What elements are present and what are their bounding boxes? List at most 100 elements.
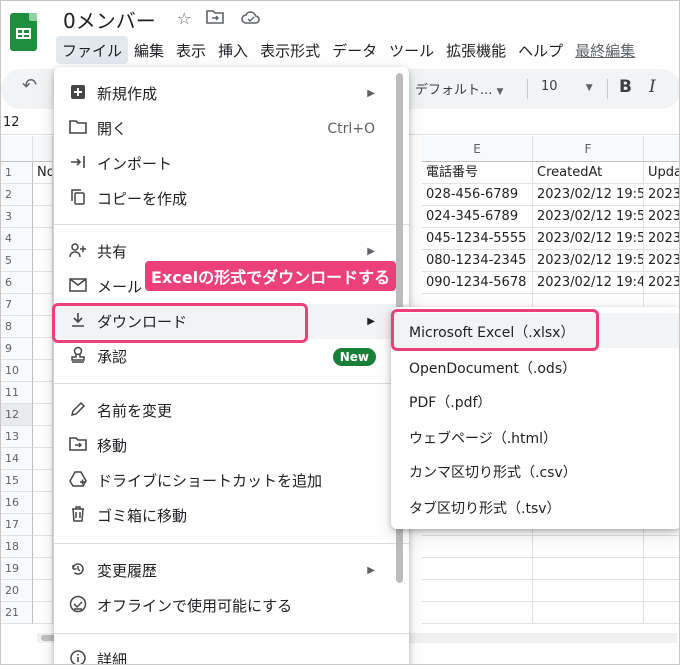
table-cell[interactable]: 電話番号 xyxy=(422,162,533,184)
table-cell[interactable] xyxy=(33,294,53,316)
table-cell[interactable] xyxy=(533,580,644,602)
row-header[interactable]: 15 xyxy=(1,470,33,492)
download-option-ods[interactable]: OpenDocument（.ods） xyxy=(391,349,679,384)
row-header[interactable]: 6 xyxy=(1,272,33,294)
row-header[interactable]: 1 xyxy=(1,162,33,184)
menu-item-offline[interactable]: オフラインで使用可能にする xyxy=(54,588,409,623)
menu-item-trash[interactable]: ゴミ箱に移動 xyxy=(54,498,409,533)
table-cell[interactable] xyxy=(422,602,533,624)
menu-tools[interactable]: ツール xyxy=(383,36,440,64)
row-header[interactable]: 11 xyxy=(1,382,33,404)
menu-item-rename[interactable]: 名前を変更 xyxy=(54,393,409,428)
row-header[interactable]: 4 xyxy=(1,228,33,250)
row-header[interactable]: 7 xyxy=(1,294,33,316)
table-cell[interactable]: 2023 xyxy=(644,206,679,228)
select-all-corner[interactable] xyxy=(1,136,33,162)
row-header[interactable]: 12 xyxy=(1,404,33,426)
table-cell[interactable]: 2023 xyxy=(644,250,679,272)
menu-item-approval[interactable]: 承認 New xyxy=(54,339,409,374)
table-cell[interactable] xyxy=(644,558,679,580)
font-size-select[interactable]: 10 ▼ xyxy=(541,79,593,94)
table-cell[interactable] xyxy=(533,602,644,624)
table-cell[interactable] xyxy=(644,580,679,602)
table-cell[interactable] xyxy=(33,492,53,514)
bold-button[interactable]: B xyxy=(619,77,632,97)
font-select[interactable]: デフォルト... ▼ xyxy=(415,79,503,98)
column-header-f[interactable]: F xyxy=(533,136,644,162)
table-cell[interactable] xyxy=(33,514,53,536)
table-cell[interactable] xyxy=(33,338,53,360)
table-cell[interactable]: 090-1234-5678 xyxy=(422,272,533,294)
table-cell[interactable]: 2023 xyxy=(644,184,679,206)
table-cell[interactable] xyxy=(533,558,644,580)
table-cell[interactable] xyxy=(33,272,53,294)
move-folder-icon[interactable] xyxy=(206,9,224,28)
table-cell[interactable] xyxy=(33,360,53,382)
row-header[interactable]: 3 xyxy=(1,206,33,228)
menu-data[interactable]: データ xyxy=(326,36,383,64)
last-edit-link[interactable]: 最終編集 xyxy=(569,36,641,64)
row-header[interactable]: 2 xyxy=(1,184,33,206)
menu-file[interactable]: ファイル xyxy=(56,36,129,64)
download-option-pdf[interactable]: PDF（.pdf） xyxy=(391,383,679,418)
table-cell[interactable] xyxy=(422,580,533,602)
menu-view[interactable]: 表示 xyxy=(170,36,212,64)
row-header[interactable]: 9 xyxy=(1,338,33,360)
menu-edit[interactable]: 編集 xyxy=(128,36,170,64)
undo-icon[interactable]: ↶ xyxy=(22,75,37,96)
menu-extensions[interactable]: 拡張機能 xyxy=(440,36,512,64)
name-box[interactable]: 12 xyxy=(3,115,20,130)
table-cell[interactable]: No xyxy=(33,162,53,184)
italic-button[interactable]: I xyxy=(649,77,656,97)
table-cell[interactable]: Upda xyxy=(644,162,679,184)
table-cell[interactable]: 080-1234-2345 xyxy=(422,250,533,272)
table-cell[interactable]: 2023/02/12 19:5 xyxy=(533,250,644,272)
row-header[interactable]: 18 xyxy=(1,536,33,558)
row-header[interactable]: 13 xyxy=(1,426,33,448)
download-option-html[interactable]: ウェブページ（.html） xyxy=(391,419,679,454)
table-cell[interactable]: 2023/02/12 19:4 xyxy=(533,272,644,294)
row-header[interactable]: 17 xyxy=(1,514,33,536)
menu-item-import[interactable]: インポート xyxy=(54,146,409,181)
table-cell[interactable] xyxy=(33,382,53,404)
table-cell[interactable]: 045-1234-5555 xyxy=(422,228,533,250)
table-cell[interactable]: CreatedAt xyxy=(533,162,644,184)
table-cell[interactable] xyxy=(33,602,53,624)
menu-item-move[interactable]: 移動 xyxy=(54,428,409,463)
download-option-csv[interactable]: カンマ区切り形式（.csv） xyxy=(391,453,679,488)
menu-item-new[interactable]: 新規作成 ▶ xyxy=(54,76,409,111)
table-cell[interactable] xyxy=(33,426,53,448)
table-cell[interactable]: 2023/02/12 19:5 xyxy=(533,206,644,228)
table-cell[interactable] xyxy=(644,602,679,624)
row-header[interactable]: 5 xyxy=(1,250,33,272)
row-header[interactable]: 8 xyxy=(1,316,33,338)
table-cell[interactable] xyxy=(33,470,53,492)
cloud-status-icon[interactable] xyxy=(241,9,261,28)
table-cell[interactable]: 2023 xyxy=(644,272,679,294)
table-cell[interactable] xyxy=(33,316,53,338)
menu-item-copy[interactable]: コピーを作成 xyxy=(54,181,409,216)
row-header[interactable]: 10 xyxy=(1,360,33,382)
table-cell[interactable] xyxy=(33,228,53,250)
table-cell[interactable] xyxy=(422,558,533,580)
table-cell[interactable] xyxy=(33,536,53,558)
column-header[interactable] xyxy=(644,136,679,162)
menu-help[interactable]: ヘルプ xyxy=(512,36,569,64)
menu-format[interactable]: 表示形式 xyxy=(254,36,326,64)
table-cell[interactable] xyxy=(33,206,53,228)
menu-item-details[interactable]: 詳細 xyxy=(54,642,409,664)
table-cell[interactable] xyxy=(33,184,53,206)
table-cell[interactable]: 2023 xyxy=(644,228,679,250)
table-cell[interactable] xyxy=(33,404,53,426)
table-cell[interactable]: 028-456-6789 xyxy=(422,184,533,206)
star-icon[interactable]: ☆ xyxy=(177,9,191,28)
table-cell[interactable] xyxy=(533,536,644,558)
menu-item-add-shortcut[interactable]: ドライブにショートカットを追加 xyxy=(54,463,409,498)
row-header[interactable]: 16 xyxy=(1,492,33,514)
table-cell[interactable] xyxy=(33,448,53,470)
row-header[interactable]: 21 xyxy=(1,602,33,624)
menu-item-version-history[interactable]: 変更履歴 ▶ xyxy=(54,553,409,588)
table-cell[interactable]: 2023/02/12 19:5 xyxy=(533,228,644,250)
table-cell[interactable]: 024-345-6789 xyxy=(422,206,533,228)
column-header-e[interactable]: E xyxy=(422,136,533,162)
